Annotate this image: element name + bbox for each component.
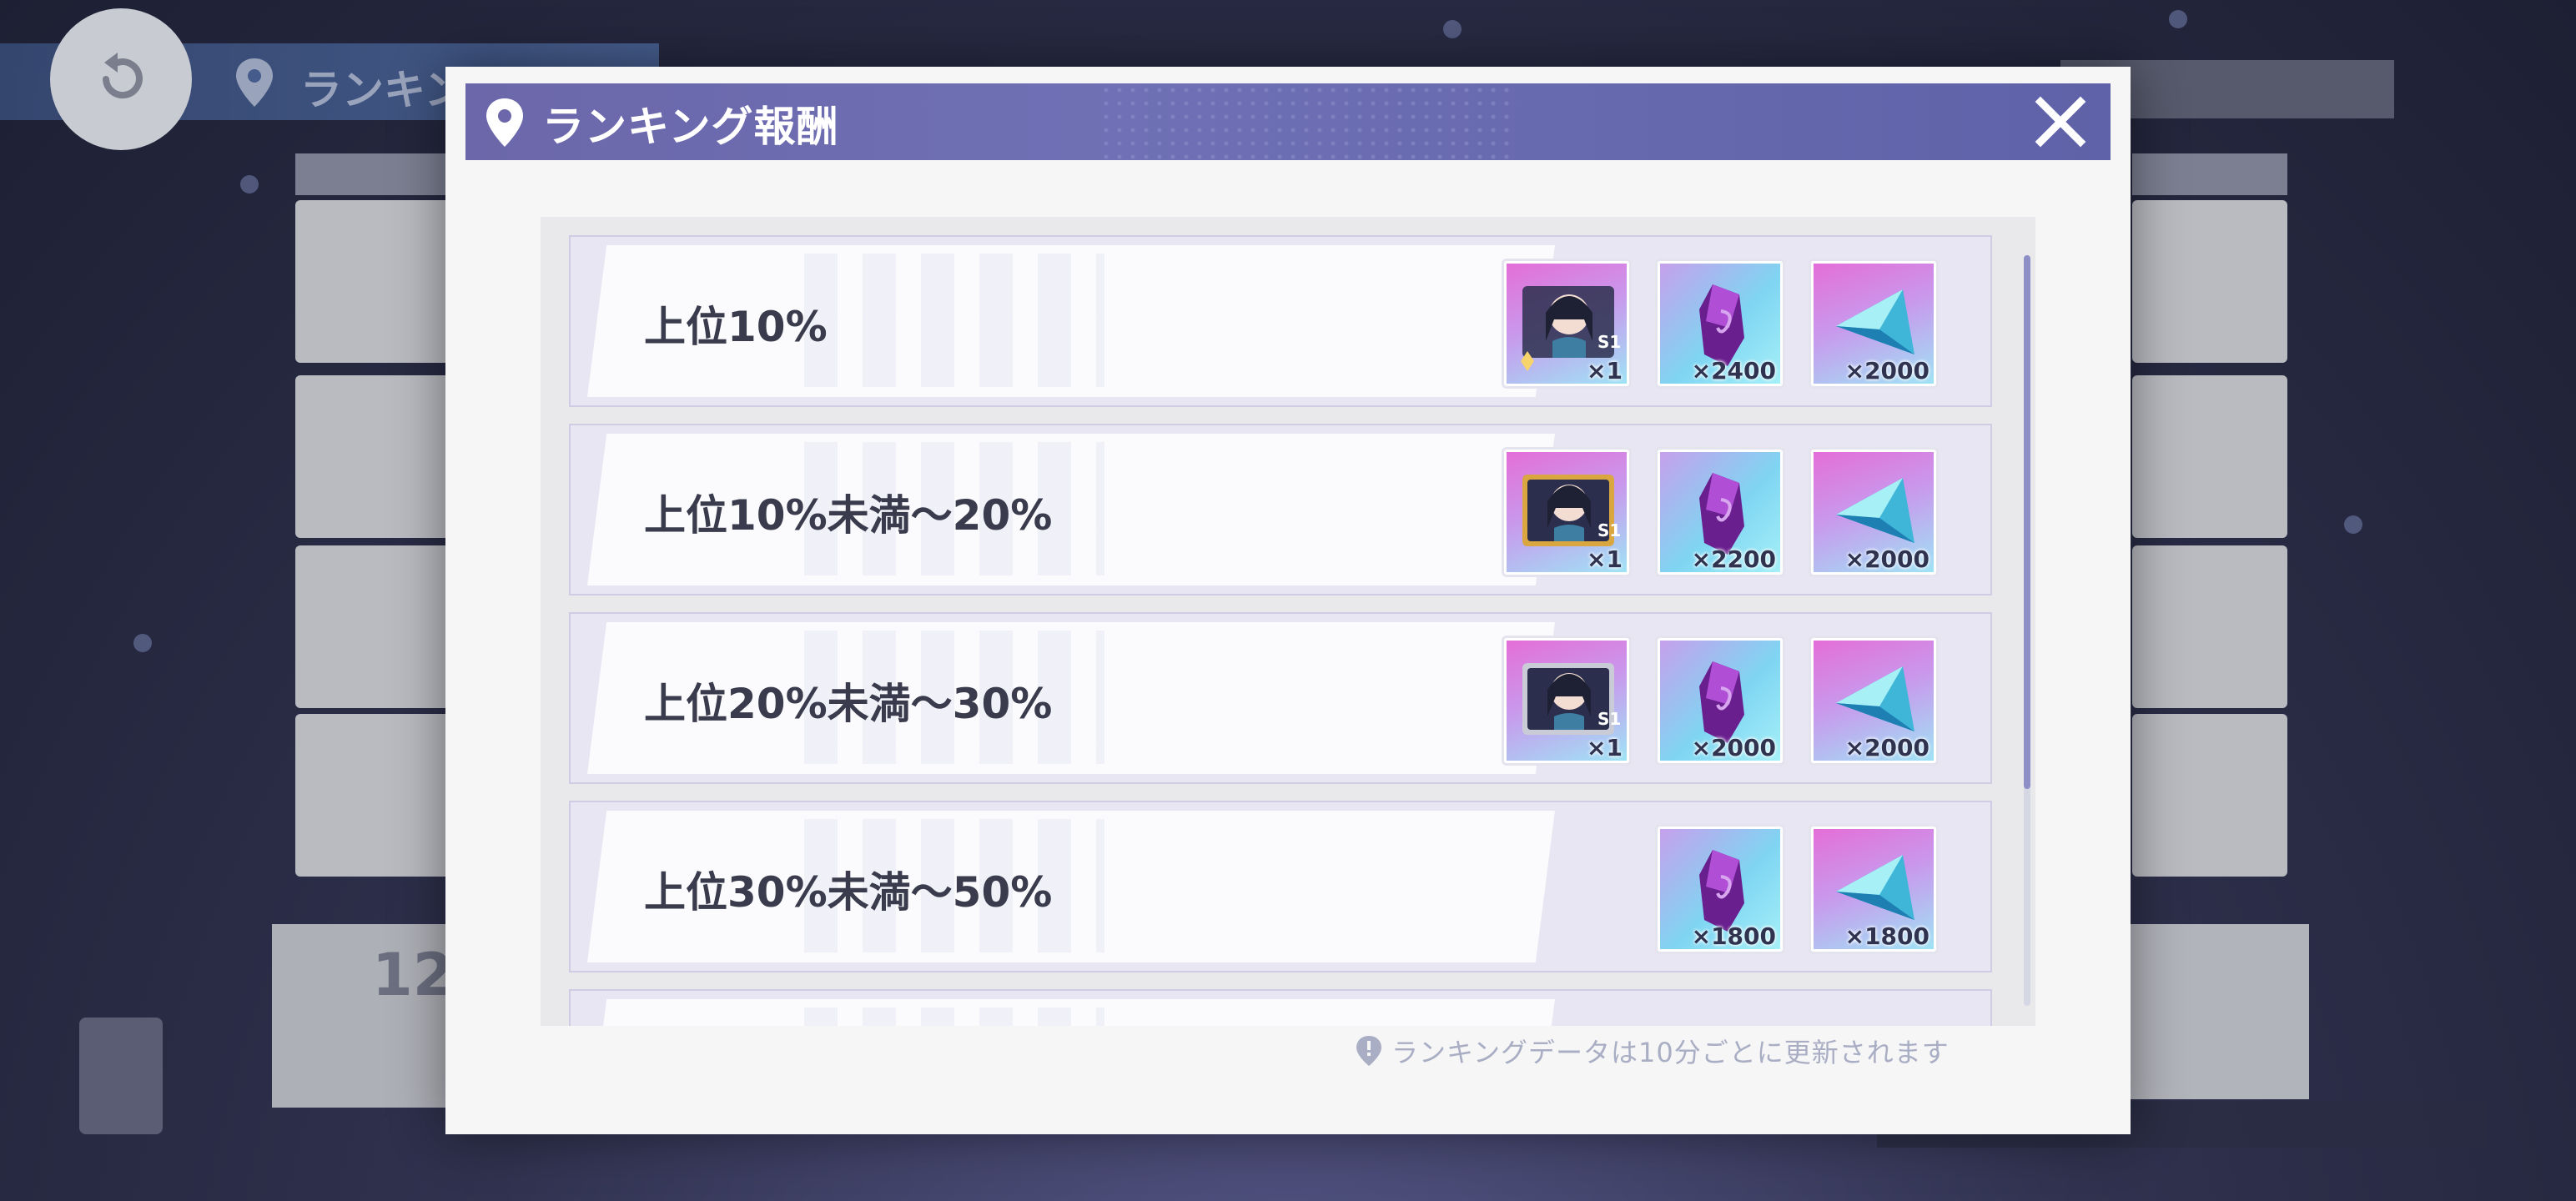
reward-item-character-card[interactable]: S1 ×1 xyxy=(1502,636,1632,766)
location-pin-icon xyxy=(236,58,273,107)
rank-tier-label: 上位10%未満～20% xyxy=(644,491,1053,540)
reward-quantity: ×2000 xyxy=(1844,734,1929,761)
reward-item-blue-gem[interactable]: ×2000 xyxy=(1809,259,1939,389)
background-card xyxy=(2132,545,2287,708)
ranking-reward-modal: ランキング報酬 上位10% S1 ×1 ×2400 ×2000 上位10%未満～… xyxy=(445,67,2131,1134)
reward-item-purple-crystal[interactable]: ×2400 xyxy=(1655,259,1785,389)
reward-quantity: ×2000 xyxy=(1691,734,1776,761)
reward-quantity: ×1800 xyxy=(1691,922,1776,950)
reward-quantity: ×1800 xyxy=(1844,922,1929,950)
background-card xyxy=(2132,714,2287,877)
background-card xyxy=(2126,924,2309,1099)
reward-item-blue-gem[interactable]: ×2000 xyxy=(1809,636,1939,766)
star-decoration xyxy=(2169,10,2187,28)
background-card xyxy=(2132,375,2287,538)
reward-item-purple-crystal[interactable]: ×2000 xyxy=(1655,636,1785,766)
reward-quantity: ×2400 xyxy=(1691,357,1776,384)
reward-item-blue-gem[interactable]: ×1800 xyxy=(1809,824,1939,954)
star-decoration xyxy=(1443,20,1462,38)
reward-item-character-card[interactable]: S1 ×1 xyxy=(1502,259,1632,389)
update-notice-text: ランキングデータは10分ごとに更新されます xyxy=(1391,1037,1950,1068)
background-avatar xyxy=(79,1018,163,1134)
rank-tier-label: 上位30%未満～50% xyxy=(644,868,1053,917)
reward-quantity: ×2000 xyxy=(1844,545,1929,573)
svg-text:S1: S1 xyxy=(1597,520,1621,540)
scrollbar-thumb[interactable] xyxy=(2024,255,2030,789)
background-player-rank: 12 xyxy=(372,941,454,1009)
reward-item-character-card[interactable]: S1 ×1 xyxy=(1502,447,1632,577)
scrollbar[interactable] xyxy=(2024,255,2030,1006)
reward-quantity: ×2000 xyxy=(1844,357,1929,384)
background-column-tag xyxy=(2132,153,2287,195)
location-pin-icon xyxy=(486,98,523,147)
close-button[interactable] xyxy=(2030,92,2090,152)
row-panel xyxy=(587,999,1555,1026)
reward-item-purple-crystal[interactable]: ×2200 xyxy=(1655,447,1785,577)
update-notice: ランキングデータは10分ごとに更新されます xyxy=(1355,1032,1950,1070)
reward-quantity: ×1 xyxy=(1587,545,1623,573)
reward-row: 上位20%未満～30% S1 ×1 ×2000 ×2000 xyxy=(569,612,1992,784)
reward-list[interactable]: 上位10% S1 ×1 ×2400 ×2000 上位10%未満～20% S1 ×… xyxy=(541,217,2035,1026)
reward-row: 上位10%未満～20% S1 ×1 ×2200 ×2000 xyxy=(569,424,1992,595)
rank-tier-label: 上位20%未満～30% xyxy=(644,680,1053,728)
star-decoration xyxy=(2344,515,2362,534)
svg-text:S1: S1 xyxy=(1597,709,1621,729)
reward-row xyxy=(569,989,1992,1026)
svg-text:S1: S1 xyxy=(1597,332,1621,352)
reward-item-purple-crystal[interactable]: ×1800 xyxy=(1655,824,1785,954)
close-icon xyxy=(2035,96,2086,148)
reward-row: 上位10% S1 ×1 ×2400 ×2000 xyxy=(569,235,1992,407)
back-arrow-icon xyxy=(103,53,143,99)
reward-quantity: ×1 xyxy=(1587,734,1623,761)
back-button[interactable] xyxy=(50,8,192,150)
rank-tier-label: 上位10% xyxy=(644,303,828,351)
background-card xyxy=(2132,200,2287,363)
reward-row: 上位30%未満～50% ×1800 ×1800 xyxy=(569,801,1992,972)
modal-title: ランキング報酬 xyxy=(542,103,839,151)
reward-quantity: ×1 xyxy=(1587,357,1623,384)
reward-quantity: ×2200 xyxy=(1691,545,1776,573)
star-decoration xyxy=(240,175,259,193)
reward-item-blue-gem[interactable]: ×2000 xyxy=(1809,447,1939,577)
info-pin-icon xyxy=(1356,1036,1381,1066)
modal-header: ランキング報酬 xyxy=(465,83,2111,160)
star-decoration xyxy=(133,634,152,652)
